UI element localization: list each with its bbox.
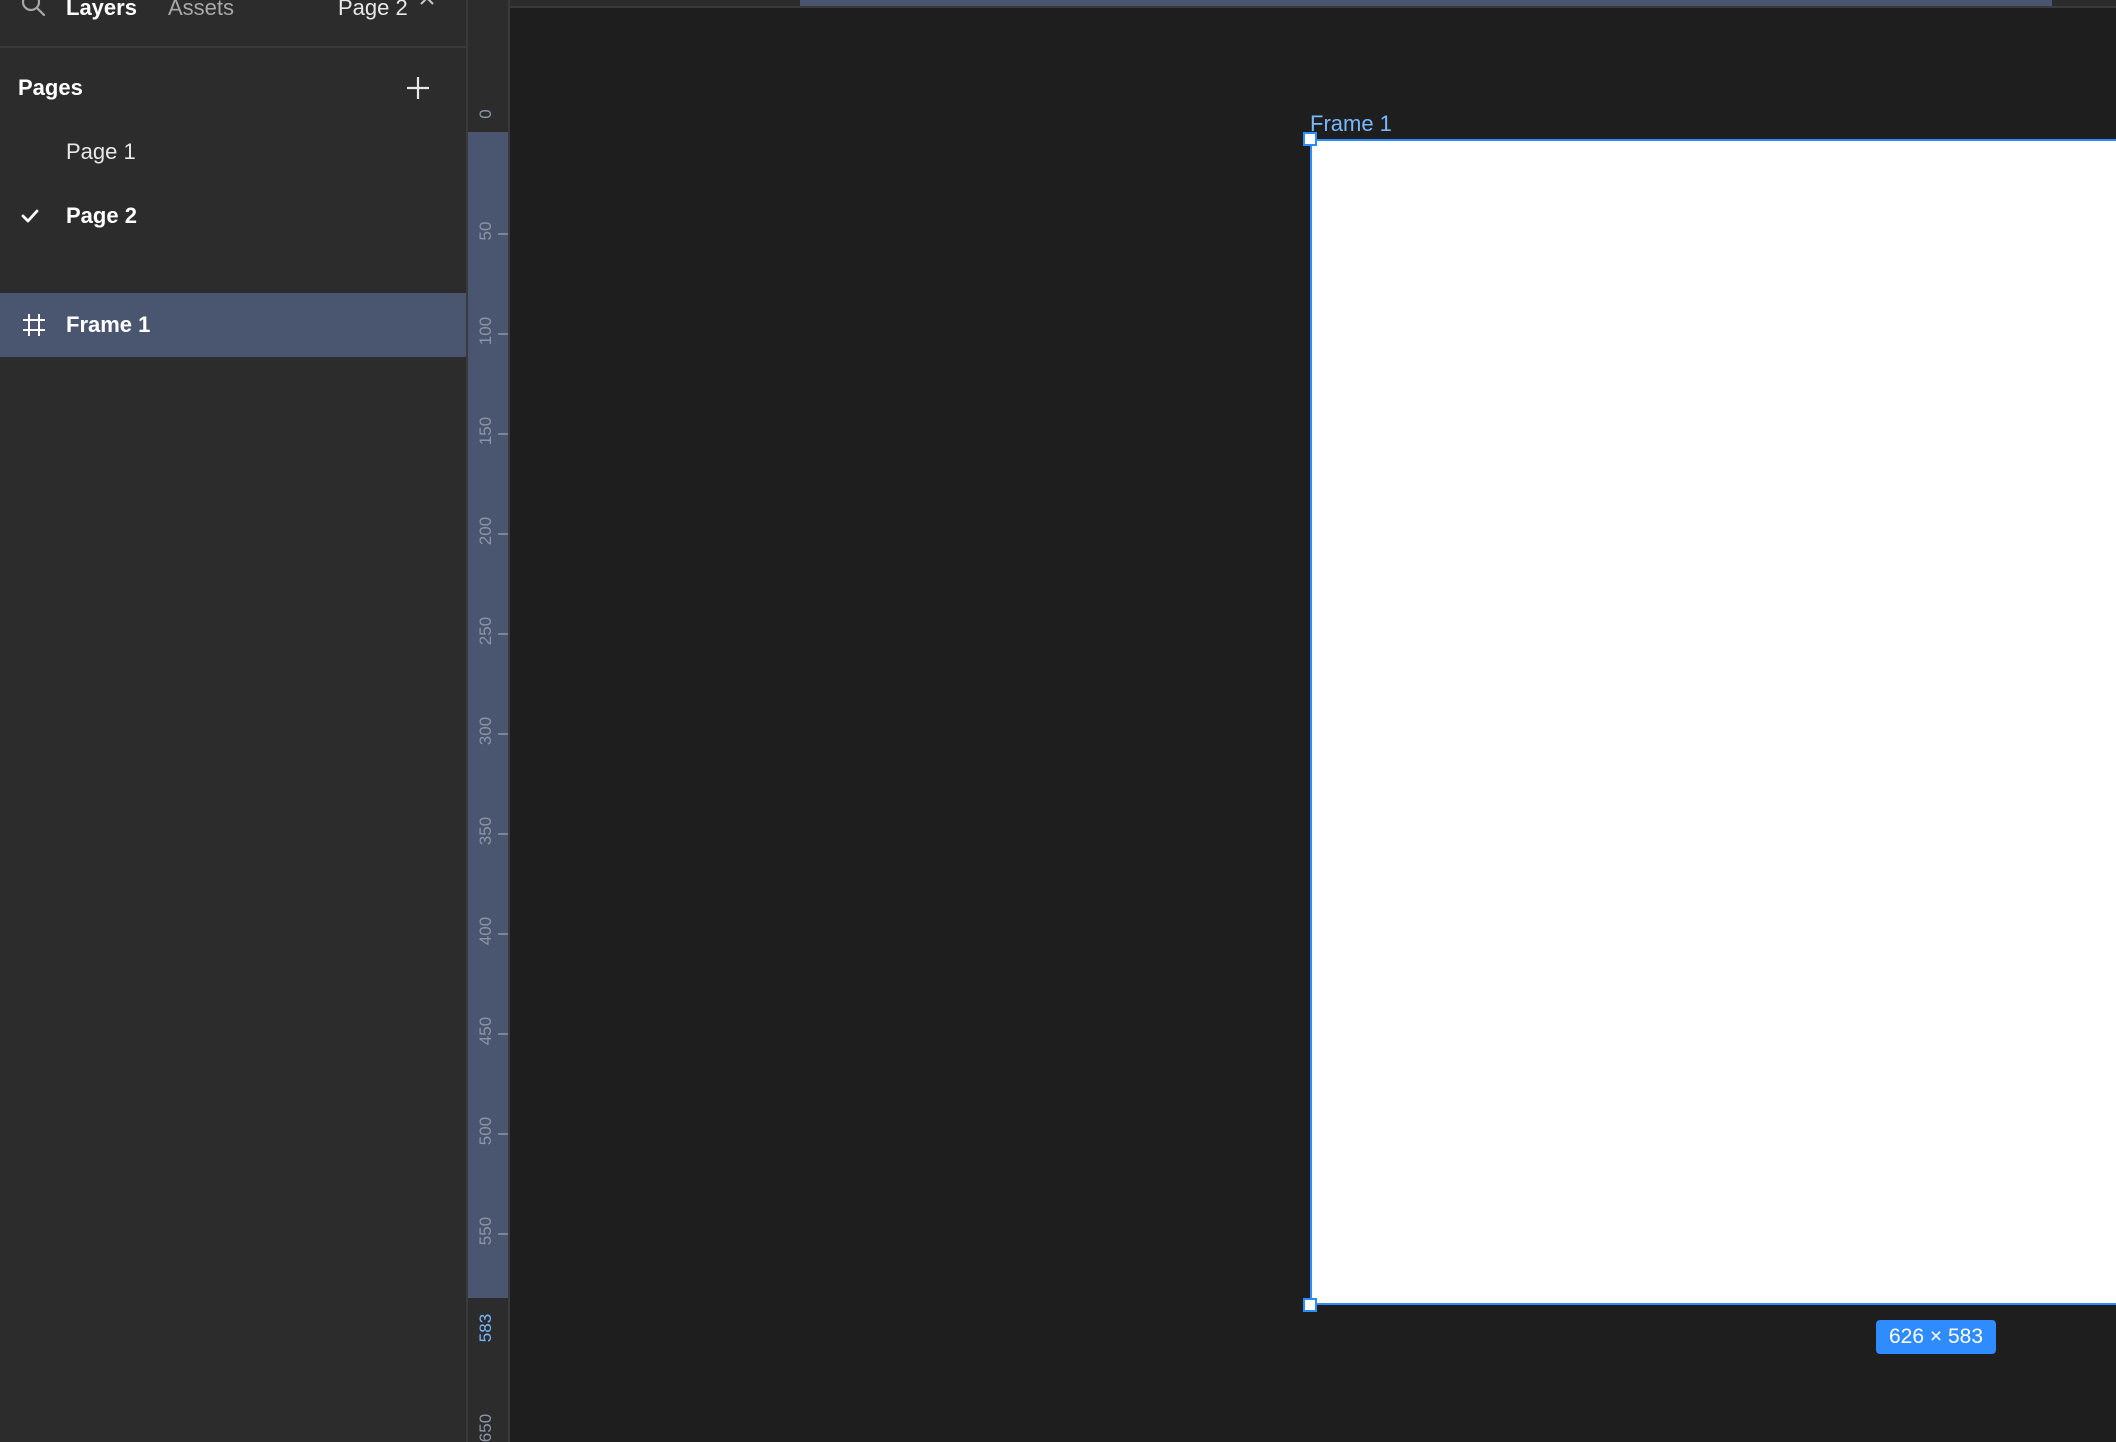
ruler-tick-label: 400 [476,916,495,946]
ruler-tick-label: 150 [476,416,495,446]
frame-label[interactable]: Frame 1 [1310,110,1392,138]
frame-icon [23,314,45,336]
ruler-tick-label: 50 [476,221,495,241]
tab-layers[interactable]: Layers [66,0,137,22]
figma-editor: Layers Assets Page 2 Pages Page 1 Page 2 [0,0,2116,1442]
ruler-tick-mark [498,1033,508,1035]
size-badge: 626 × 583 [1876,1320,1996,1354]
resize-handle-bottom-left[interactable] [1303,1298,1317,1312]
pages-section-title: Pages [18,75,83,100]
ruler-tick-mark [498,833,508,835]
ruler-tick-label: 250 [476,616,495,646]
page-item-page-1[interactable]: Page 1 [0,121,466,183]
plus-icon[interactable] [402,72,434,104]
ruler-tick-mark [498,633,508,635]
chevron-up-icon[interactable] [418,0,436,10]
ruler-tick-mark [498,1133,508,1135]
ruler-tick-label: 300 [476,716,495,746]
ruler-tick-mark [498,933,508,935]
page-selector[interactable]: Page 2 [338,0,408,22]
tab-assets[interactable]: Assets [168,0,234,22]
ruler-tick-label: 0 [476,109,495,119]
ruler-tick-mark [498,1233,508,1235]
page-item-page-2[interactable]: Page 2 [0,185,466,247]
ruler-tick-mark [498,233,508,235]
ruler-tick-mark [498,433,508,435]
layer-row-frame-1[interactable]: Frame 1 [0,293,466,357]
page-item-label: Page 2 [66,203,137,228]
horizontal-ruler[interactable] [510,0,2116,8]
layer-label: Frame 1 [66,312,151,337]
check-icon [21,209,39,223]
vertical-ruler[interactable]: 0 50 100 150 200 250 300 350 400 450 500 550 583 650 [468,0,510,1442]
ruler-tick-mark [498,333,508,335]
ruler-tick-label: 450 [476,1016,495,1046]
search-icon[interactable] [18,0,48,20]
ruler-tick-label: 100 [476,316,495,346]
canvas[interactable]: Frame 1 626 × 583 [510,8,2116,1442]
page-item-label: Page 1 [66,139,136,164]
ruler-selection-highlight [800,0,2052,6]
frame-1[interactable] [1310,139,2116,1305]
resize-handle-top-left[interactable] [1303,132,1317,146]
panel-header: Layers Assets Page 2 [0,0,466,48]
ruler-tick-label: 650 [476,1413,495,1442]
ruler-tick-label: 350 [476,816,495,846]
ruler-tick-label: 500 [476,1116,495,1146]
ruler-tick-label: 200 [476,516,495,546]
ruler-tick-mark [498,533,508,535]
ruler-tick-mark [498,733,508,735]
ruler-tick-label: 550 [476,1216,495,1246]
left-panel: Layers Assets Page 2 Pages Page 1 Page 2 [0,0,468,1442]
ruler-tick-label: 583 [476,1313,495,1343]
